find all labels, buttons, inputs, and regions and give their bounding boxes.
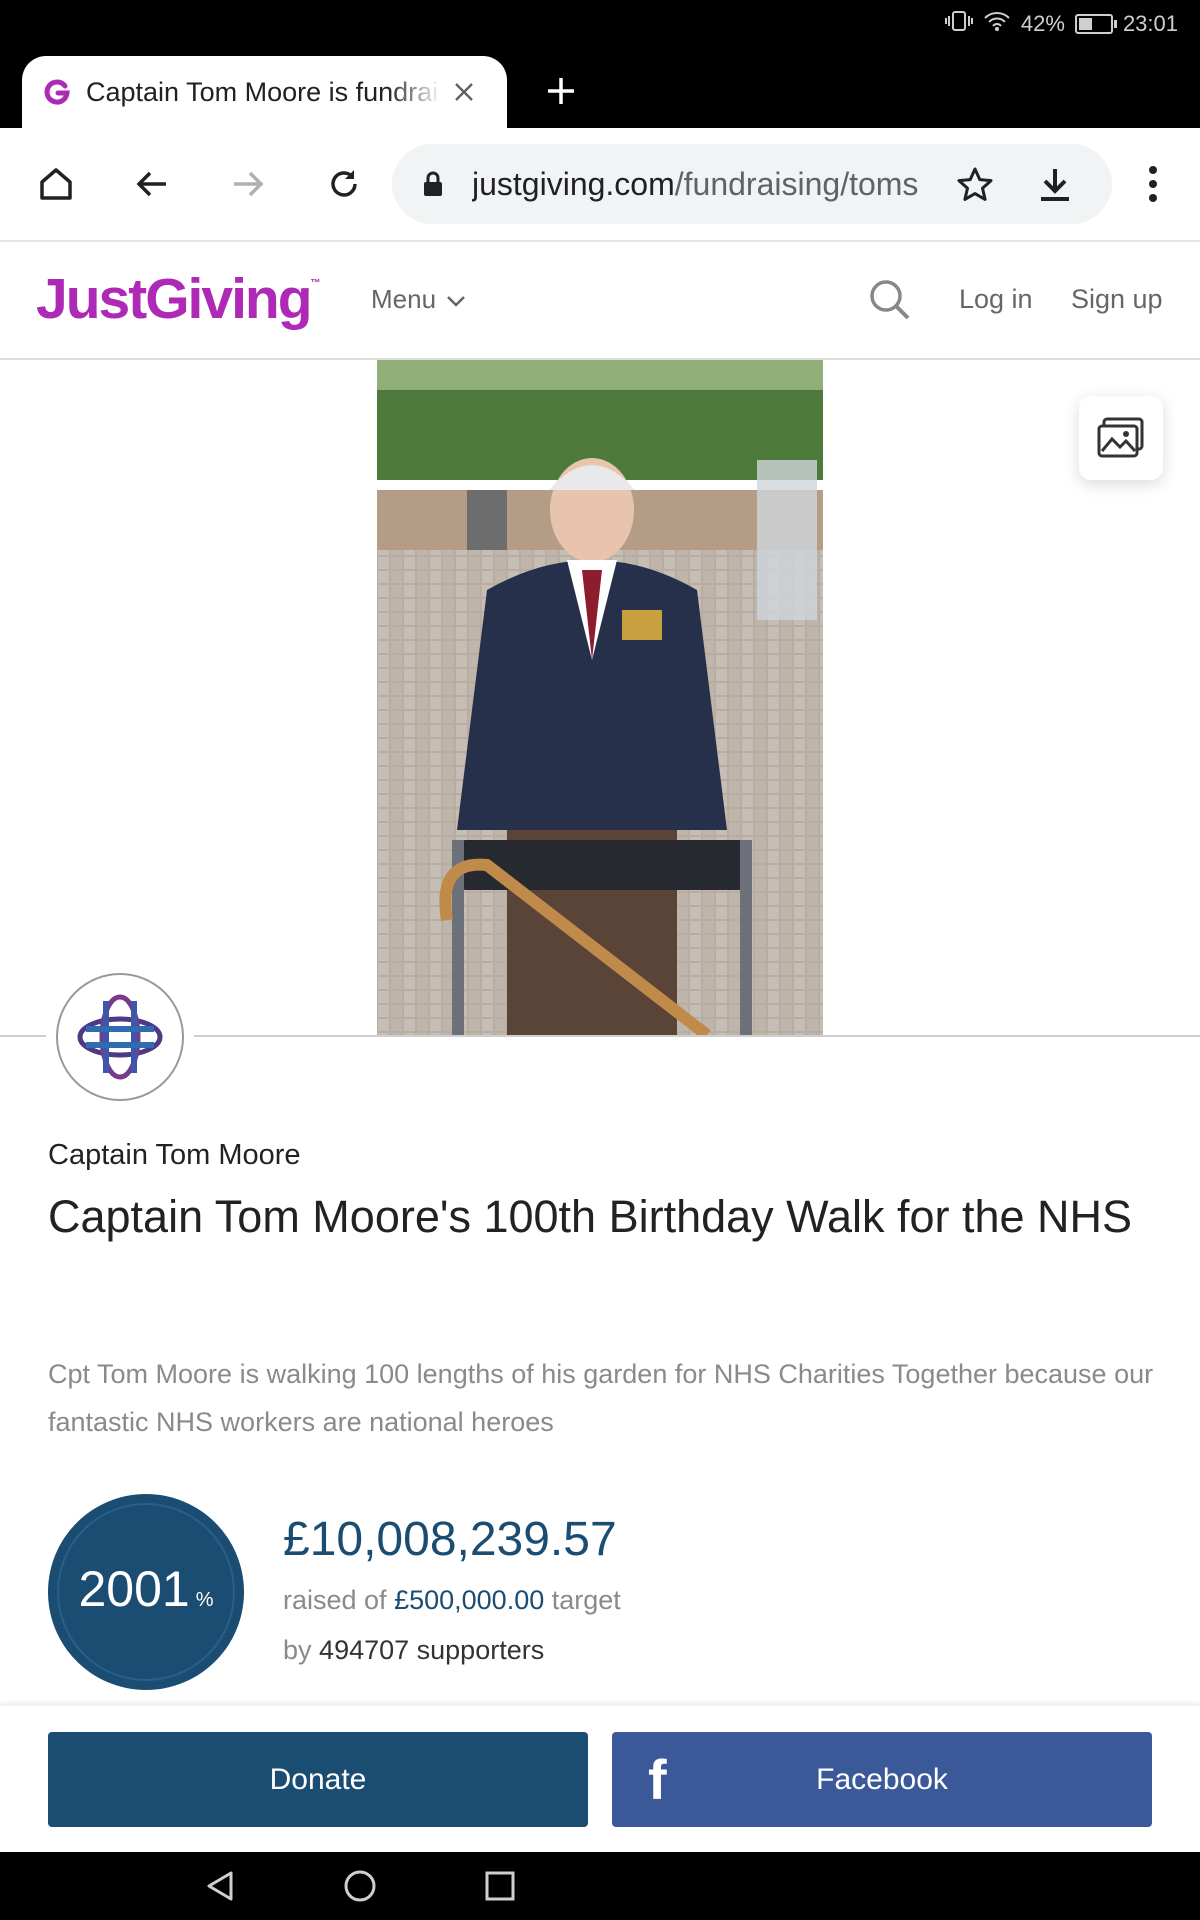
nav-back-icon[interactable] xyxy=(198,1866,242,1906)
system-nav-bar xyxy=(0,1852,1200,1920)
target-amount: £500,000.00 xyxy=(394,1585,545,1615)
progress-percent-value: 2001 xyxy=(78,1561,190,1617)
home-icon[interactable] xyxy=(30,158,82,210)
reload-icon[interactable] xyxy=(318,158,370,210)
progress-percent: 2001% xyxy=(48,1560,244,1618)
battery-percent: 42% xyxy=(1020,11,1065,36)
raised-of-label: raised of xyxy=(283,1585,387,1615)
url-host: justgiving.com xyxy=(472,166,675,202)
menu-button[interactable]: Menu xyxy=(371,284,466,315)
facebook-share-button[interactable]: f Facebook xyxy=(612,1732,1152,1827)
login-link[interactable]: Log in xyxy=(959,284,1033,315)
supporters-count[interactable]: 494707 supporters xyxy=(319,1635,544,1665)
new-tab-icon[interactable] xyxy=(540,70,582,112)
target-label: target xyxy=(551,1585,621,1615)
download-icon[interactable] xyxy=(1032,162,1078,208)
logo-text: JustGiving xyxy=(36,267,313,331)
close-tab-icon[interactable] xyxy=(447,75,481,109)
facebook-label: Facebook xyxy=(816,1762,948,1796)
status-icons: 42% 23:01 xyxy=(944,10,1178,38)
action-bar: Donate f Facebook xyxy=(0,1706,1200,1852)
browser-toolbar: justgiving.com/fundraising/toms xyxy=(0,128,1200,242)
percent-sign: % xyxy=(195,1589,214,1611)
nav-recents-icon[interactable] xyxy=(478,1866,522,1906)
chevron-down-icon xyxy=(446,284,466,315)
donate-button[interactable]: Donate xyxy=(48,1732,588,1827)
clock: 23:01 xyxy=(1122,11,1178,36)
gallery-icon[interactable] xyxy=(1079,396,1163,480)
wifi-icon xyxy=(983,10,1011,38)
battery-icon xyxy=(1074,14,1117,34)
target-line: raised of £500,000.00 target xyxy=(283,1585,621,1616)
supporters-line: by 494707 supporters xyxy=(283,1635,544,1666)
justgiving-logo[interactable]: JustGiving™ xyxy=(36,266,321,332)
lock-icon xyxy=(422,171,444,202)
address-bar[interactable]: justgiving.com/fundraising/toms xyxy=(392,144,1112,224)
back-icon[interactable] xyxy=(126,158,178,210)
tab-title: Captain Tom Moore is fundraising for NHS… xyxy=(86,76,441,107)
by-label: by xyxy=(283,1635,312,1665)
status-bar: 42% 23:01 xyxy=(0,0,1200,50)
justgiving-favicon-icon xyxy=(42,77,72,107)
tab-strip: Captain Tom Moore is fundraising for NHS… xyxy=(0,50,1200,128)
menu-label: Menu xyxy=(371,284,437,314)
page-summary: Cpt Tom Moore is walking 100 lengths of … xyxy=(48,1359,1154,1437)
url-text[interactable]: justgiving.com/fundraising/toms xyxy=(472,164,930,204)
site-header: JustGiving™ Menu Log in Sign up xyxy=(0,242,1200,360)
signup-link[interactable]: Sign up xyxy=(1071,284,1163,315)
page-title: Captain Tom Moore's 100th Birthday Walk … xyxy=(48,1191,1133,1242)
hero-photo[interactable] xyxy=(377,360,823,1035)
forward-icon[interactable] xyxy=(222,158,274,210)
browser-tab[interactable]: Captain Tom Moore is fundraising for NHS… xyxy=(22,56,507,128)
facebook-icon: f xyxy=(648,1748,667,1811)
logo-tm: ™ xyxy=(310,278,321,289)
amount-raised: £10,008,239.57 xyxy=(283,1513,617,1566)
search-icon[interactable] xyxy=(866,276,914,324)
nav-home-icon[interactable] xyxy=(338,1866,382,1906)
more-vert-icon[interactable] xyxy=(1130,158,1176,210)
vibrate-icon xyxy=(944,10,973,38)
star-icon[interactable] xyxy=(952,162,998,208)
url-path: /fundraising/toms xyxy=(674,166,919,202)
owner-name[interactable]: Captain Tom Moore xyxy=(48,1139,301,1172)
charity-logo-avatar[interactable] xyxy=(56,973,184,1101)
